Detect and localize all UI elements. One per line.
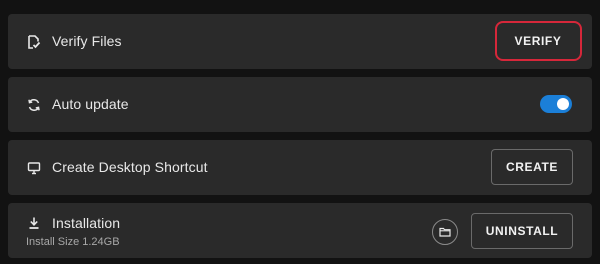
install-size-text: Install Size 1.24GB xyxy=(26,236,120,248)
monitor-icon xyxy=(26,160,42,176)
desktop-shortcut-row: Create Desktop Shortcut CREATE xyxy=(8,140,592,195)
installation-row: Installation Install Size 1.24GB UNINSTA… xyxy=(8,203,592,258)
verify-button[interactable]: VERIFY xyxy=(497,23,579,59)
verify-files-row: Verify Files VERIFY xyxy=(8,14,592,69)
verify-files-label: Verify Files xyxy=(52,33,122,49)
create-button[interactable]: CREATE xyxy=(491,149,573,185)
uninstall-button[interactable]: UNINSTALL xyxy=(471,213,573,249)
refresh-icon xyxy=(26,97,42,113)
open-folder-button[interactable] xyxy=(432,219,458,245)
auto-update-toggle[interactable] xyxy=(540,95,572,113)
download-icon xyxy=(26,215,42,231)
settings-panel: Verify Files VERIFY Auto update Create D… xyxy=(0,0,600,264)
toggle-knob xyxy=(557,98,569,110)
desktop-shortcut-label: Create Desktop Shortcut xyxy=(52,159,208,175)
installation-label: Installation xyxy=(52,215,121,231)
folder-icon xyxy=(439,226,451,238)
auto-update-label: Auto update xyxy=(52,96,129,112)
auto-update-row: Auto update xyxy=(8,77,592,132)
verify-file-icon xyxy=(26,34,42,50)
